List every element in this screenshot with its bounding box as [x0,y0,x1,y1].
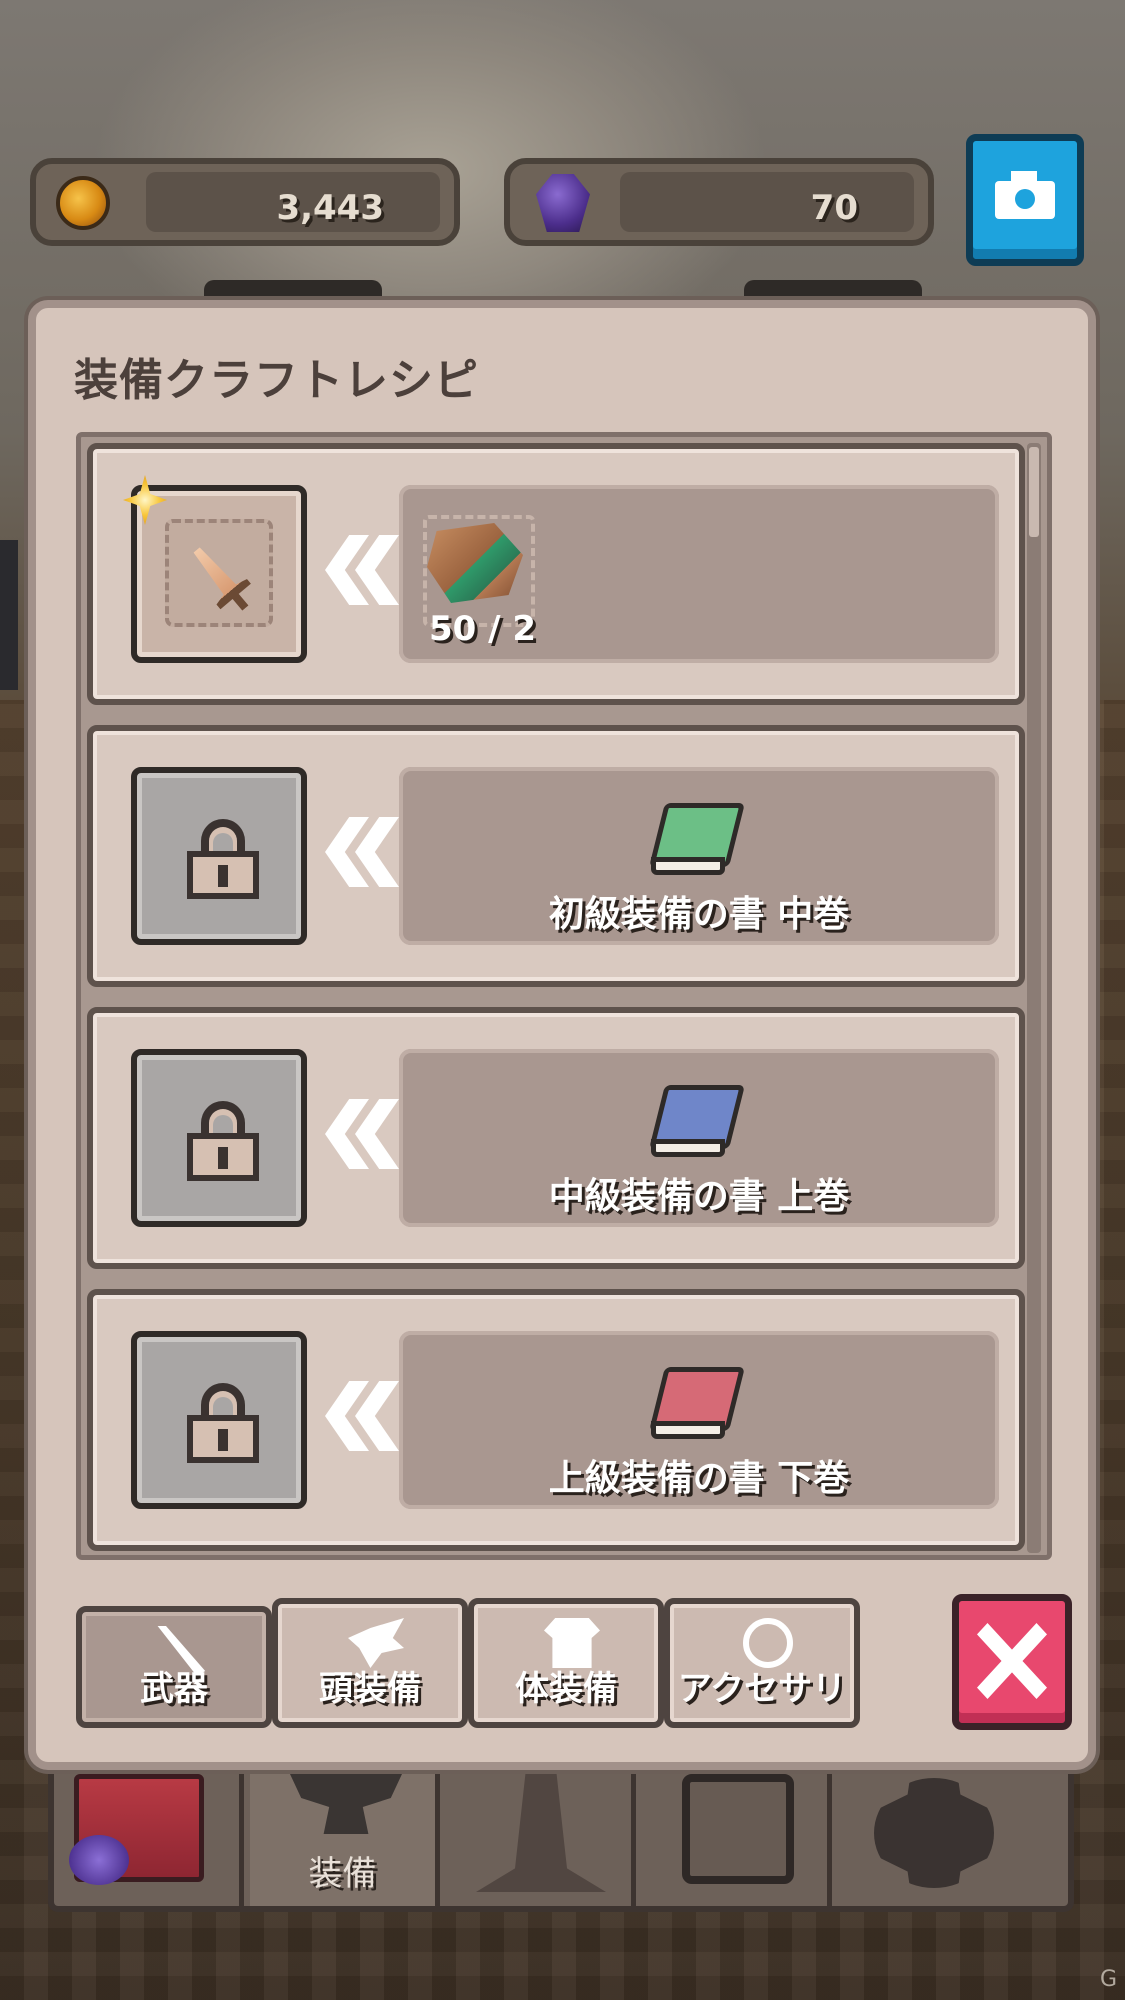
result-slot[interactable] [131,1331,307,1509]
gem-counter: 70 [504,158,934,246]
lock-icon [187,1101,259,1181]
tab-label: 頭装備 [319,1669,421,1709]
result-slot[interactable] [131,1049,307,1227]
tab-accessory[interactable]: アクセサリ [664,1598,860,1728]
coin-counter: 3,443 [30,158,460,246]
recipe-row[interactable]: 中級装備の書 上巻 [87,1007,1025,1269]
material-box: 初級装備の書 中巻 [399,767,999,945]
tab-label: 武器 [140,1669,208,1709]
material-box: 50 / 2 [399,485,999,663]
anvil-icon [290,1774,402,1834]
camera-button[interactable] [966,134,1084,266]
tab-weapon[interactable]: 武器 [76,1606,272,1728]
blue-book-icon [647,1085,745,1165]
double-chevron-left-icon [325,527,405,617]
lock-icon [187,1383,259,1463]
green-book-icon [647,803,745,883]
nav-item-locked[interactable] [642,1774,832,1906]
tab-peek-right [744,280,922,302]
category-tabs: 武器 頭装備 体装備 アクセサリ [76,1598,866,1728]
tab-head[interactable]: 頭装備 [272,1598,468,1728]
result-slot[interactable] [131,767,307,945]
background-post [0,540,18,690]
double-chevron-left-icon [325,1091,405,1181]
double-chevron-left-icon [325,809,405,899]
recipe-row[interactable]: 50 / 2 [87,443,1025,705]
gold-coin-icon [56,176,110,230]
tab-label: 体装備 [515,1669,617,1709]
tab-body[interactable]: 体装備 [468,1598,664,1728]
double-chevron-left-icon [325,1373,405,1463]
gear-icon [874,1778,994,1888]
tower-icon [476,1774,606,1892]
sword-icon [181,537,260,621]
recipe-row[interactable]: 初級装備の書 中巻 [87,725,1025,987]
recipe-row[interactable]: 上級装備の書 下巻 [87,1289,1025,1551]
material-box: 中級装備の書 上巻 [399,1049,999,1227]
watermark: G [1099,1967,1117,1992]
treasure-chest-icon [69,1774,204,1885]
star-badge-icon [123,475,167,525]
nav-item-settings[interactable] [838,1774,1068,1906]
lock-icon [682,1774,794,1884]
book-name: 上級装備の書 下巻 [548,1458,850,1499]
red-book-icon [647,1367,745,1447]
purple-gem-icon [536,174,590,232]
scrollbar[interactable] [1027,443,1041,1553]
coin-value: 3,443 [276,188,384,228]
result-slot[interactable] [123,475,307,663]
nav-item-treasure[interactable] [54,1774,244,1906]
nav-item-tower[interactable] [446,1774,636,1906]
tab-label: アクセサリ [677,1669,847,1709]
close-button[interactable] [952,1594,1072,1730]
material-box: 上級装備の書 下巻 [399,1331,999,1509]
craft-recipe-panel: 装備クラフトレシピ 50 / 2 初級装備の書 中巻 中級装備の書 上巻 上級装… [28,300,1096,1770]
book-name: 中級装備の書 上巻 [548,1176,850,1217]
panel-title: 装備クラフトレシピ [74,355,479,406]
tab-peek-left [204,280,382,302]
bottom-nav: 装備 [48,1774,1074,1912]
lock-icon [187,819,259,899]
close-icon [977,1623,1047,1699]
recipe-list[interactable]: 50 / 2 初級装備の書 中巻 中級装備の書 上巻 上級装備の書 下巻 [76,432,1052,1560]
nav-item-equipment[interactable]: 装備 [250,1774,440,1906]
book-name: 初級装備の書 中巻 [548,894,850,935]
gem-value: 70 [810,188,858,228]
nav-label: 装備 [308,1854,377,1894]
material-count: 50 / 2 [429,609,537,649]
scroll-thumb[interactable] [1029,447,1039,537]
